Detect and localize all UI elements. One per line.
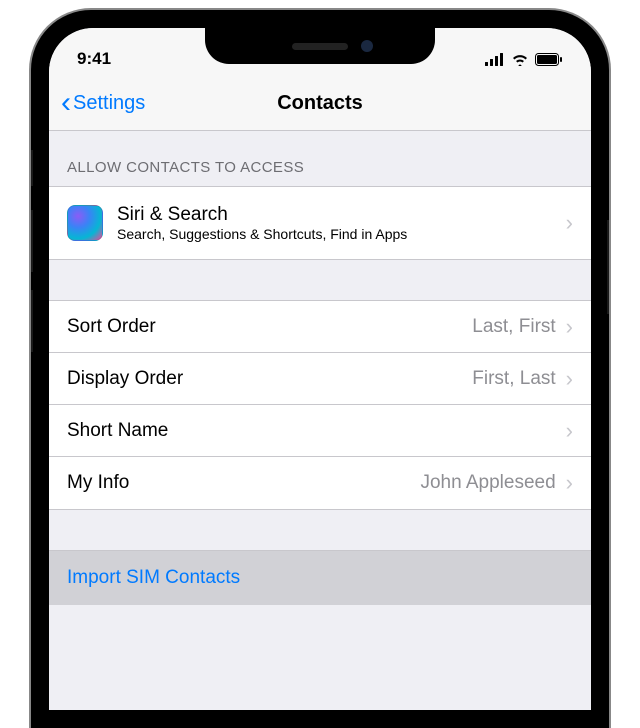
sort-order-label: Sort Order [67,316,472,338]
siri-content: Siri & Search Search, Suggestions & Shor… [117,204,566,242]
nav-bar: ‹ Settings Contacts [49,76,591,131]
display-order-row[interactable]: Display Order First, Last › [49,353,591,405]
display-order-value: First, Last [472,368,555,390]
siri-subtitle: Search, Suggestions & Shortcuts, Find in… [117,226,566,242]
spacer [49,510,591,550]
siri-title: Siri & Search [117,204,566,226]
power-button [607,220,609,314]
display-order-label: Display Order [67,368,472,390]
volume-down-button [31,290,33,352]
my-info-value: John Appleseed [420,472,555,494]
mute-switch [31,150,33,186]
status-time: 9:41 [77,49,111,69]
import-sim-row[interactable]: Import SIM Contacts [49,550,591,605]
short-name-label: Short Name [67,420,556,442]
chevron-right-icon: › [566,470,573,496]
back-label: Settings [73,92,145,115]
speaker [292,43,348,50]
import-sim-label: Import SIM Contacts [67,567,573,589]
wifi-icon [511,53,529,66]
access-list: Siri & Search Search, Suggestions & Shor… [49,186,591,260]
volume-up-button [31,210,33,272]
phone-frame: 9:41 ‹ Set [31,10,609,728]
settings-list: Sort Order Last, First › Display Order F… [49,300,591,510]
sort-order-value: Last, First [472,316,555,338]
chevron-left-icon: ‹ [61,88,71,118]
sort-order-row[interactable]: Sort Order Last, First › [49,301,591,353]
screen: 9:41 ‹ Set [49,28,591,710]
notch [205,28,435,64]
chevron-right-icon: › [566,314,573,340]
chevron-right-icon: › [566,366,573,392]
spacer [49,260,591,300]
front-camera [361,40,373,52]
back-button[interactable]: ‹ Settings [61,88,145,118]
page-title: Contacts [277,92,363,115]
chevron-right-icon: › [566,418,573,444]
battery-icon [535,53,563,66]
my-info-label: My Info [67,472,420,494]
section-header-access: ALLOW CONTACTS TO ACCESS [49,131,591,186]
my-info-row[interactable]: My Info John Appleseed › [49,457,591,509]
status-icons [485,53,563,66]
cellular-icon [485,53,505,66]
short-name-row[interactable]: Short Name › [49,405,591,457]
chevron-right-icon: › [566,210,573,236]
siri-icon [67,205,103,241]
siri-search-row[interactable]: Siri & Search Search, Suggestions & Shor… [49,187,591,259]
